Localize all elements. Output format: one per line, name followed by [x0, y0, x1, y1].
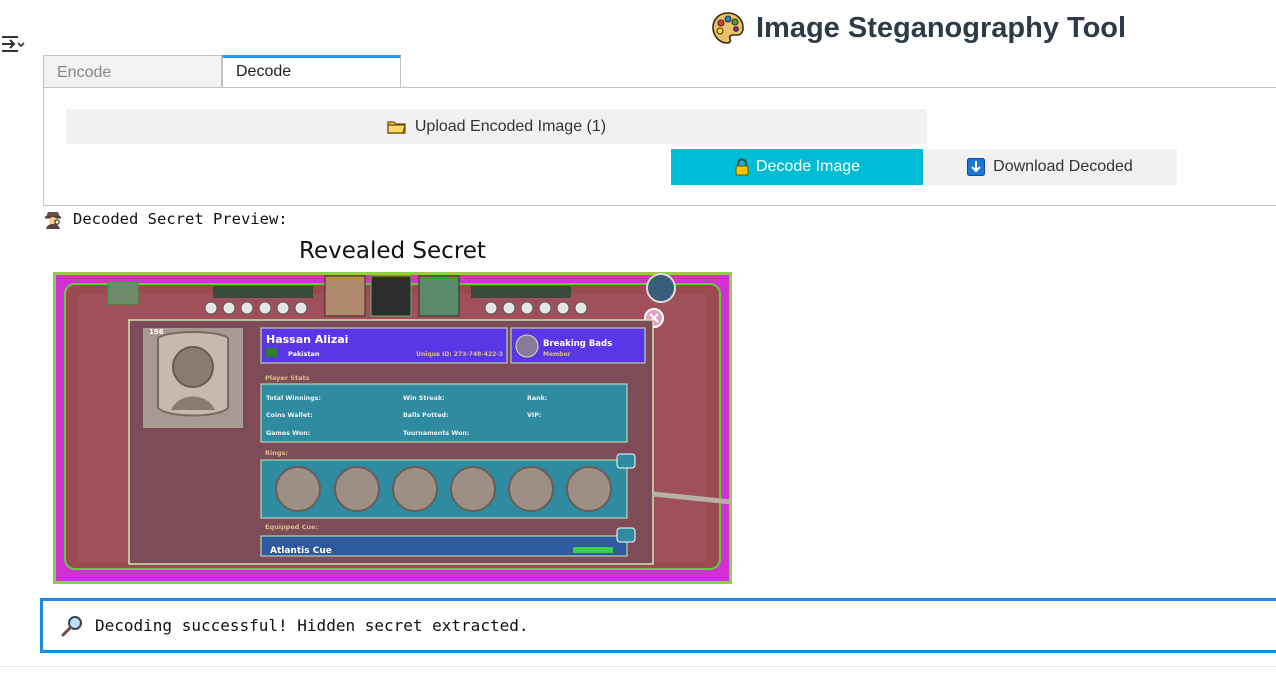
stat-total-winnings: Total Winnings:: [266, 395, 321, 402]
tab-decode[interactable]: Decode: [222, 55, 401, 89]
cue-name: Atlantis Cue: [270, 546, 332, 556]
figure-title: Revealed Secret: [299, 238, 486, 264]
stat-tournaments-won: Tournaments Won:: [403, 430, 469, 437]
tab-bar: Encode Decode: [43, 55, 401, 89]
page-title: Image Steganography Tool: [756, 11, 1127, 44]
tab-encode[interactable]: Encode: [43, 55, 222, 88]
preview-label: Decoded Secret Preview:: [43, 209, 288, 229]
stat-vip: VIP:: [527, 412, 541, 419]
decode-image-button[interactable]: Decode Image: [671, 149, 923, 185]
download-decoded-button[interactable]: Download Decoded: [923, 149, 1177, 185]
folder-icon: [387, 120, 406, 134]
app-title: Image Steganography Tool: [710, 8, 1126, 48]
stat-rank: Rank:: [527, 395, 547, 402]
divider: [0, 666, 1276, 667]
club-role: Member: [543, 351, 571, 358]
download-button-label: Download Decoded: [993, 158, 1133, 175]
status-message: Decoding successful! Hidden secret extra…: [95, 616, 529, 635]
artist-palette-icon: [712, 12, 744, 44]
level-badge: 196: [149, 328, 164, 336]
lock-icon: [735, 158, 749, 176]
decode-panel: Upload Encoded Image (1) Decode Image Do…: [43, 87, 1276, 206]
club-name: Breaking Bads: [543, 339, 612, 349]
section-rings: Rings:: [265, 449, 288, 457]
stat-win-streak: Win Streak:: [403, 395, 445, 402]
decode-button-label: Decode Image: [755, 158, 861, 175]
download-arrow-icon: [967, 158, 986, 176]
collapse-sidebar-icon[interactable]: [0, 34, 26, 54]
player-name: Hassan Alizai: [266, 333, 348, 346]
unique-id: Unique ID: 273-748-422-3: [416, 351, 503, 358]
player-country: Pakistan: [288, 350, 320, 358]
detective-icon: [45, 212, 61, 229]
stat-coins-wallet: Coins Wallet:: [266, 412, 313, 419]
stat-games-won: Games Won:: [266, 430, 310, 437]
upload-button-label: Upload Encoded Image (1): [414, 117, 607, 135]
magnifier-icon: [61, 615, 82, 636]
upload-encoded-image-button[interactable]: Upload Encoded Image (1): [66, 109, 927, 144]
preview-label-text: Decoded Secret Preview:: [73, 210, 288, 228]
section-equipped-cue: Equipped Cue:: [265, 523, 318, 531]
stat-balls-potted: Balls Potted:: [403, 412, 449, 419]
section-player-stats: Player Stats: [265, 374, 310, 382]
decoded-secret-image: 196 Hassan Alizai Pakistan Unique ID: 27…: [53, 272, 732, 584]
status-message-box: Decoding successful! Hidden secret extra…: [40, 598, 1276, 653]
